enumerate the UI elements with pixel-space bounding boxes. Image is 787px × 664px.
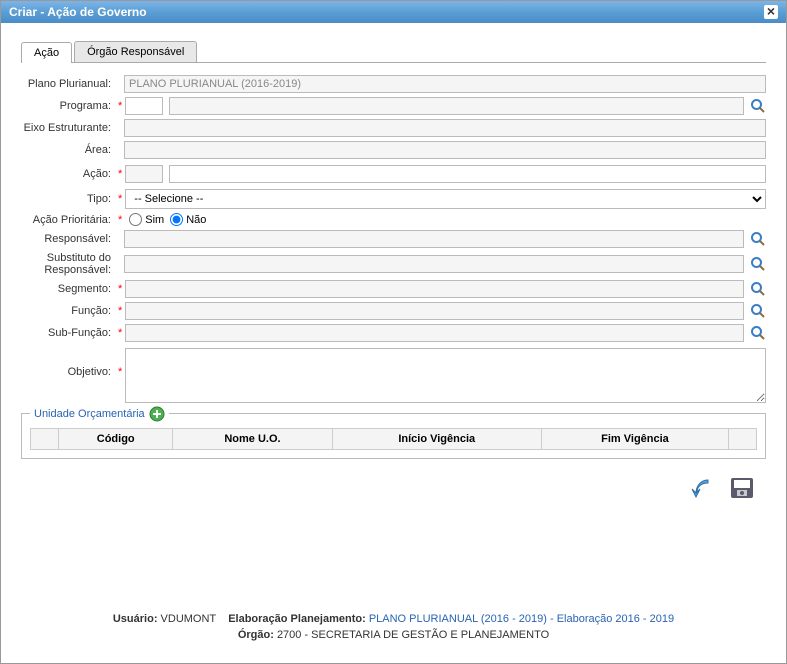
label-funcao: Função:: [21, 305, 116, 317]
radio-nao-text: Não: [186, 214, 206, 226]
table-header-codigo: Código: [59, 429, 173, 450]
label-tipo: Tipo:: [21, 193, 116, 205]
action-bar: [21, 475, 766, 501]
required-marker: *: [118, 327, 122, 339]
footer-orgao: 2700 - SECRETARIA DE GESTÃO E PLANEJAMEN…: [277, 629, 549, 641]
funcao-input: [125, 302, 744, 320]
subfuncao-input: [125, 324, 744, 342]
search-icon[interactable]: [750, 231, 766, 247]
required-marker: *: [118, 193, 122, 205]
area-input: [124, 141, 766, 159]
label-prioritaria: Ação Prioritária:: [21, 214, 116, 226]
label-plano: Plano Plurianual:: [21, 78, 116, 90]
responsavel-input: [124, 230, 744, 248]
acao-code-input: [125, 165, 163, 183]
close-icon[interactable]: ×: [764, 5, 778, 19]
footer: Usuário: VDUMONT Elaboração Planejamento…: [1, 613, 786, 645]
label-responsavel: Responsável:: [21, 233, 116, 245]
radio-sim[interactable]: [129, 213, 142, 226]
label-area: Área:: [21, 144, 116, 156]
required-marker: *: [118, 168, 122, 180]
programa-name-input: [169, 97, 744, 115]
search-icon[interactable]: [750, 303, 766, 319]
radio-sim-text: Sim: [145, 214, 164, 226]
table-header-fim: Fim Vigência: [541, 429, 728, 450]
required-marker: *: [118, 100, 122, 112]
footer-elab-link[interactable]: PLANO PLURIANUAL (2016 - 2019) - Elabora…: [369, 613, 674, 625]
radio-sim-label[interactable]: Sim: [129, 213, 164, 226]
label-subfuncao: Sub-Função:: [21, 327, 116, 339]
table-header-blank: [31, 429, 59, 450]
programa-code-input[interactable]: [125, 97, 163, 115]
add-icon[interactable]: [149, 406, 165, 422]
fieldset-legend: Unidade Orçamentária: [30, 406, 169, 422]
fieldset-legend-text: Unidade Orçamentária: [34, 408, 145, 420]
prioritaria-radio-group: Sim Não: [129, 213, 206, 226]
label-eixo: Eixo Estruturante:: [21, 122, 116, 134]
search-icon[interactable]: [750, 281, 766, 297]
unidade-table: Código Nome U.O. Início Vigência Fim Vig…: [30, 428, 757, 450]
tipo-select[interactable]: -- Selecione --: [125, 189, 766, 209]
footer-usuario: VDUMONT: [161, 613, 216, 625]
search-icon[interactable]: [750, 98, 766, 114]
table-header-inicio: Início Vigência: [332, 429, 541, 450]
eixo-input: [124, 119, 766, 137]
search-icon[interactable]: [750, 256, 766, 272]
dialog-window: Criar - Ação de Governo × Ação Órgão Res…: [0, 0, 787, 664]
tab-orgao-responsavel[interactable]: Órgão Responsável: [74, 41, 197, 62]
objetivo-textarea[interactable]: [125, 348, 766, 403]
segmento-input: [125, 280, 744, 298]
substituto-input: [124, 255, 744, 273]
window-title: Criar - Ação de Governo: [9, 5, 147, 19]
unidade-orcamentaria-fieldset: Unidade Orçamentária Código Nome U.O. In…: [21, 413, 766, 459]
radio-nao-label[interactable]: Não: [170, 213, 206, 226]
footer-orgao-label: Órgão:: [238, 629, 274, 641]
acao-name-input[interactable]: [169, 165, 766, 183]
label-acao: Ação:: [21, 168, 116, 180]
required-marker: *: [118, 305, 122, 317]
required-marker: *: [118, 214, 122, 226]
label-objetivo: Objetivo:: [21, 348, 116, 378]
radio-nao[interactable]: [170, 213, 183, 226]
tab-strip: Ação Órgão Responsável: [21, 41, 766, 63]
label-substituto: Substituto do Responsável:: [21, 252, 116, 276]
label-programa: Programa:: [21, 100, 116, 112]
save-icon[interactable]: [728, 475, 756, 501]
label-segmento: Segmento:: [21, 283, 116, 295]
table-header-blank2: [729, 429, 757, 450]
plano-input: [124, 75, 766, 93]
footer-elab-label: Elaboração Planejamento:: [228, 613, 366, 625]
footer-usuario-label: Usuário:: [113, 613, 158, 625]
table-header-nome: Nome U.O.: [173, 429, 332, 450]
back-icon[interactable]: [690, 475, 718, 501]
tab-acao[interactable]: Ação: [21, 42, 72, 63]
required-marker: *: [118, 283, 122, 295]
titlebar: Criar - Ação de Governo ×: [1, 1, 786, 23]
content-area: Ação Órgão Responsável Plano Plurianual:…: [1, 23, 786, 511]
search-icon[interactable]: [750, 325, 766, 341]
required-marker: *: [118, 348, 122, 378]
